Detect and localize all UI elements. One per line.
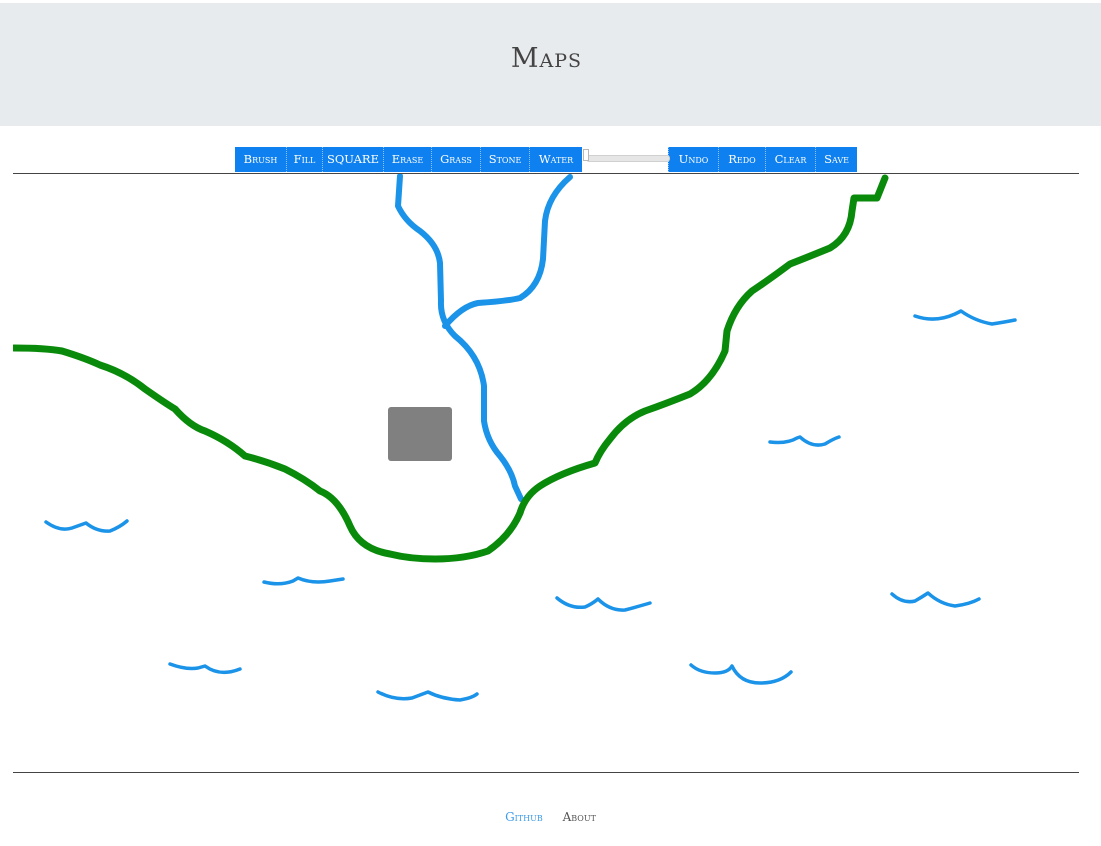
slider-thumb[interactable]	[583, 149, 589, 161]
grass-ridge	[13, 174, 889, 563]
wave	[376, 690, 479, 702]
undo-button[interactable]: Undo	[668, 147, 718, 172]
grass-group	[13, 174, 889, 563]
slider-track	[586, 155, 670, 162]
brush-tool-button[interactable]: Brush	[235, 147, 286, 172]
square-tool-button[interactable]: SQUARE	[322, 147, 383, 172]
wave	[44, 519, 129, 533]
toolbar: Brush Fill SQUARE Erase Grass Stone Wate…	[235, 147, 857, 172]
river-right	[442, 174, 573, 329]
redo-button[interactable]: Redo	[718, 147, 765, 172]
stone-block	[388, 407, 452, 461]
fill-tool-button[interactable]: Fill	[286, 147, 322, 172]
wave	[913, 309, 1017, 326]
wave	[689, 663, 793, 685]
app-title: Maps	[510, 43, 583, 74]
header-bar: Maps	[0, 3, 1101, 126]
map-drawing	[13, 174, 1017, 702]
clear-button[interactable]: Clear	[765, 147, 815, 172]
erase-tool-button[interactable]: Erase	[383, 147, 431, 172]
water-tool-button[interactable]: Water	[529, 147, 582, 172]
stone-tool-button[interactable]: Stone	[480, 147, 529, 172]
grass-tool-button[interactable]: Grass	[431, 147, 480, 172]
brush-size-slider[interactable]	[582, 147, 670, 172]
save-button[interactable]: Save	[815, 147, 857, 172]
github-link[interactable]: Github	[505, 810, 543, 824]
wave	[768, 435, 841, 447]
wave	[262, 576, 345, 586]
about-link[interactable]: About	[563, 810, 596, 824]
wave-group	[44, 309, 1017, 702]
map-canvas[interactable]	[13, 173, 1079, 773]
footer: Github About	[0, 810, 1101, 824]
wave	[555, 596, 652, 612]
wave	[890, 591, 981, 608]
wave	[168, 662, 242, 675]
